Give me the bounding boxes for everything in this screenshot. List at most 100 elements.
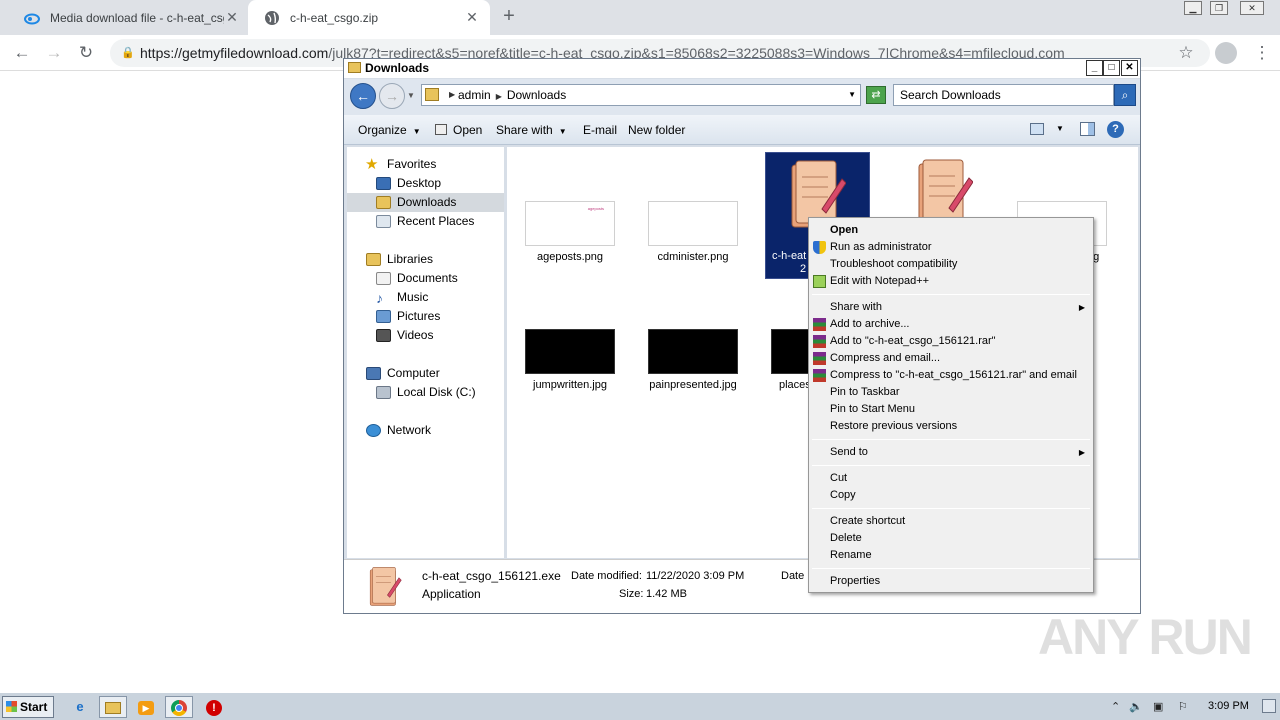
menu-add-to-rar[interactable]: Add to "c-h-eat_csgo_156121.rar": [809, 333, 1093, 350]
menu-run-as-admin[interactable]: Run as administrator: [809, 239, 1093, 256]
menu-rename[interactable]: Rename: [809, 547, 1093, 564]
minimize-button[interactable]: ▁: [1184, 1, 1202, 15]
media-player-taskbar-icon[interactable]: ▶: [132, 696, 160, 718]
forward-arrow-icon[interactable]: →: [379, 83, 405, 109]
restore-button[interactable]: ❐: [1210, 1, 1228, 15]
libraries-icon: [366, 253, 381, 266]
menu-kebab-icon[interactable]: ⋮: [1250, 42, 1274, 64]
search-input[interactable]: Search Downloads: [893, 84, 1114, 106]
nav-computer[interactable]: Computer: [347, 364, 504, 383]
profile-avatar[interactable]: [1215, 42, 1237, 64]
file-item[interactable]: places: [771, 329, 811, 399]
volume-icon[interactable]: 🔈: [1129, 700, 1143, 713]
menu-send-to[interactable]: Send to ▶: [809, 444, 1093, 461]
stop-taskbar-icon[interactable]: !: [200, 696, 228, 718]
email-button[interactable]: E-mail: [583, 123, 617, 137]
menu-compress-email[interactable]: Compress and email...: [809, 350, 1093, 367]
action-center-flag-icon[interactable]: ⚐: [1178, 700, 1188, 713]
tab-label: Media download file - c-h-eat_csgo.zi: [50, 10, 224, 25]
address-dropdown-icon[interactable]: ▼: [848, 85, 856, 105]
new-tab-button[interactable]: +: [498, 6, 520, 28]
file-item[interactable]: ageposts ageposts.png: [525, 201, 617, 271]
nav-downloads[interactable]: Downloads: [347, 193, 504, 212]
cloud-favicon-icon: [24, 13, 40, 24]
menu-separator: [812, 568, 1090, 569]
menu-edit-notepadpp[interactable]: Edit with Notepad++: [809, 273, 1093, 290]
computer-icon: [366, 367, 381, 380]
lock-icon: 🔒: [121, 47, 135, 59]
explorer-address-row: ← → ▼ ▶ admin ▶ Downloads ▼ ⇄ Search Downl…: [344, 79, 1140, 115]
file-item[interactable]: jumpwritten.jpg: [525, 329, 617, 399]
nav-local-disk[interactable]: Local Disk (C:): [347, 383, 504, 402]
menu-delete[interactable]: Delete: [809, 530, 1093, 547]
close-window-button[interactable]: ✕: [1240, 1, 1264, 15]
details-size-value: 1.42 MB: [646, 588, 687, 600]
image-thumbnail: [771, 329, 811, 374]
refresh-icon[interactable]: ⇄: [866, 86, 886, 104]
open-button[interactable]: Open: [435, 123, 482, 137]
nav-pictures[interactable]: Pictures: [347, 307, 504, 326]
close-button[interactable]: ✕: [1121, 60, 1138, 76]
breadcrumb-downloads[interactable]: Downloads: [507, 88, 566, 102]
tray-expand-icon[interactable]: ⌃: [1111, 700, 1120, 713]
network-tray-icon[interactable]: ▣: [1153, 700, 1163, 713]
menu-compress-rar-email[interactable]: Compress to "c-h-eat_csgo_156121.rar" an…: [809, 367, 1093, 384]
image-thumbnail: ageposts: [525, 201, 615, 246]
menu-open[interactable]: Open: [809, 222, 1093, 239]
menu-create-shortcut[interactable]: Create shortcut: [809, 513, 1093, 530]
explorer-address-bar[interactable]: ▶ admin ▶ Downloads ▼: [421, 84, 861, 106]
menu-pin-taskbar[interactable]: Pin to Taskbar: [809, 384, 1093, 401]
start-button[interactable]: Start: [2, 696, 54, 718]
taskbar-clock[interactable]: 3:09 PM: [1208, 700, 1249, 712]
maximize-button[interactable]: □: [1103, 60, 1120, 76]
menu-share-with[interactable]: Share with ▶: [809, 299, 1093, 316]
network-icon: [366, 424, 381, 437]
minimize-button[interactable]: _: [1086, 60, 1103, 76]
explorer-taskbar-icon[interactable]: [99, 696, 127, 718]
nav-network[interactable]: Network: [347, 421, 504, 440]
windows-logo-icon: [6, 701, 17, 712]
back-arrow-icon[interactable]: ←: [350, 83, 376, 109]
bookmark-star-icon[interactable]: ☆: [1174, 42, 1198, 64]
show-desktop-button[interactable]: [1262, 699, 1276, 713]
organize-button[interactable]: Organize ▼: [358, 123, 421, 137]
view-dropdown-icon[interactable]: ▼: [1056, 124, 1064, 133]
menu-add-to-archive[interactable]: Add to archive...: [809, 316, 1093, 333]
nav-music[interactable]: ♪ Music: [347, 288, 504, 307]
ie-taskbar-icon[interactable]: e: [66, 696, 94, 718]
image-thumbnail: [648, 201, 738, 246]
nav-videos[interactable]: Videos: [347, 326, 504, 345]
reload-button[interactable]: ↻: [74, 42, 98, 64]
history-dropdown-icon[interactable]: ▼: [407, 91, 415, 100]
tab-zip[interactable]: c-h-eat_csgo.zip ✕: [248, 0, 490, 35]
nav-recent-places[interactable]: Recent Places: [347, 212, 504, 231]
new-folder-button[interactable]: New folder: [628, 123, 685, 137]
forward-button[interactable]: →: [42, 42, 66, 64]
tab-close-icon[interactable]: ✕: [464, 9, 480, 26]
submenu-arrow-icon: ▶: [1078, 448, 1085, 457]
file-item[interactable]: cdminister.png: [648, 201, 740, 271]
nav-desktop[interactable]: Desktop: [347, 174, 504, 193]
menu-restore-versions[interactable]: Restore previous versions: [809, 418, 1093, 435]
tab-media-download[interactable]: Media download file - c-h-eat_csgo.zi ✕: [8, 0, 250, 35]
tab-close-icon[interactable]: ✕: [224, 9, 240, 26]
preview-pane-icon[interactable]: [1080, 122, 1095, 136]
file-item[interactable]: painpresented.jpg: [648, 329, 740, 399]
menu-troubleshoot[interactable]: Troubleshoot compatibility: [809, 256, 1093, 273]
back-button[interactable]: ←: [10, 42, 34, 64]
breadcrumb-admin[interactable]: admin: [458, 88, 491, 102]
menu-copy[interactable]: Copy: [809, 487, 1093, 504]
share-with-button[interactable]: Share with ▼: [496, 123, 567, 137]
context-menu: Open Run as administrator Troubleshoot c…: [808, 217, 1094, 593]
search-icon[interactable]: ⌕: [1114, 84, 1136, 106]
help-icon[interactable]: ?: [1107, 121, 1124, 138]
chrome-taskbar-icon[interactable]: [165, 696, 193, 718]
view-options-icon[interactable]: [1030, 123, 1044, 135]
nav-favorites[interactable]: ★ Favorites: [347, 155, 504, 174]
nav-documents[interactable]: Documents: [347, 269, 504, 288]
menu-pin-start[interactable]: Pin to Start Menu: [809, 401, 1093, 418]
explorer-title-bar[interactable]: Downloads _ □ ✕: [344, 59, 1140, 78]
menu-cut[interactable]: Cut: [809, 470, 1093, 487]
menu-properties[interactable]: Properties: [809, 573, 1093, 590]
nav-libraries[interactable]: Libraries: [347, 250, 504, 269]
